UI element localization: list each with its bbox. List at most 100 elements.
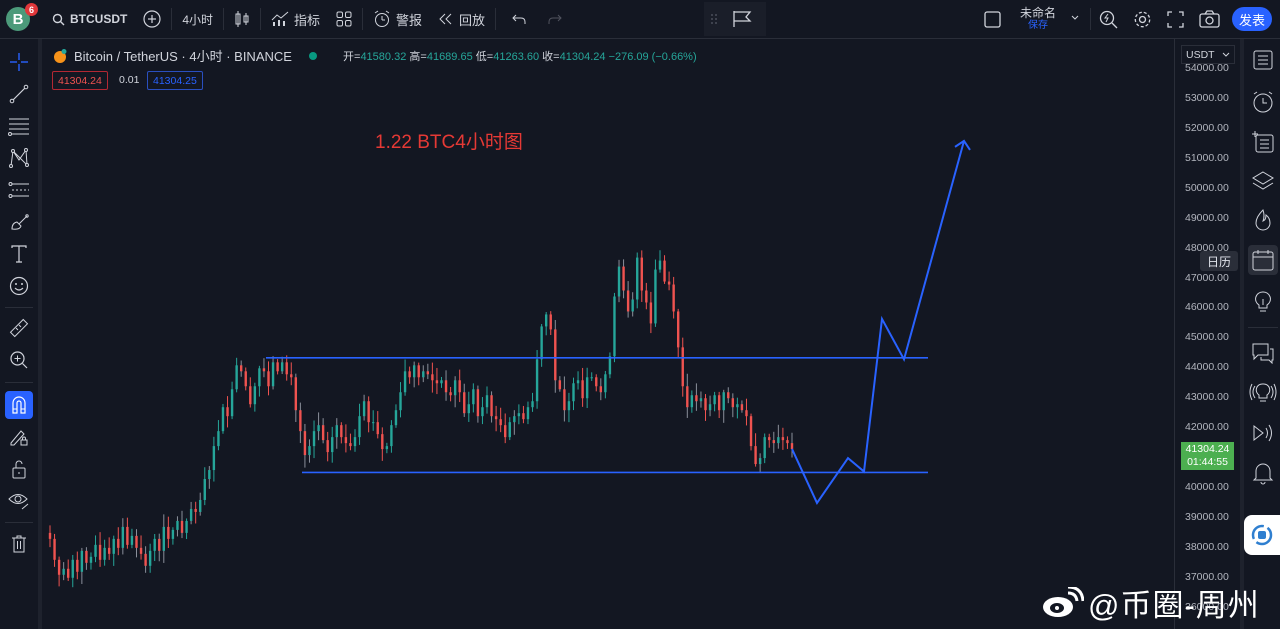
candle-body	[631, 299, 634, 312]
candle-body	[608, 356, 612, 375]
floating-assistant-button[interactable]	[1244, 515, 1280, 555]
object-tree-button[interactable]	[1248, 127, 1278, 157]
projection-path[interactable]	[791, 140, 965, 505]
symbol-search-button[interactable]: BTCUSDT	[44, 0, 135, 38]
candle-body	[676, 311, 680, 348]
settings-gear-icon[interactable]	[1133, 10, 1152, 29]
compare-symbol-button[interactable]	[135, 0, 169, 38]
candle-body	[727, 392, 730, 399]
indicators-icon	[271, 11, 289, 27]
bitcoin-logo-icon	[52, 48, 68, 64]
fullscreen-toggle-icon[interactable]	[984, 11, 1001, 28]
indicators-button[interactable]: 指标	[263, 0, 328, 38]
top-toolbar: B 6 BTCUSDT 4小时 指标 警报 回放 未命名 保存 发表	[0, 0, 1280, 39]
fullscreen-icon[interactable]	[1167, 11, 1184, 28]
candle-body	[89, 556, 93, 563]
replay-button[interactable]: 回放	[430, 0, 493, 38]
candle-body	[167, 526, 170, 539]
close-label: 收=	[542, 51, 560, 63]
broadcast-bulb-icon	[1249, 381, 1277, 405]
zoom-tool[interactable]	[5, 346, 33, 374]
interval-button[interactable]: 4小时	[174, 0, 221, 38]
candle-body	[412, 365, 416, 378]
candle-body	[285, 362, 288, 375]
price-axis[interactable]: 54000.00 53000.00 52000.00 51000.00 50000.00…	[1174, 39, 1237, 629]
text-tool[interactable]	[5, 240, 33, 268]
hide-drawings-tool[interactable]	[5, 487, 33, 515]
save-link[interactable]: 保存	[1018, 20, 1058, 31]
candle-body	[645, 290, 648, 303]
candle-body	[203, 479, 206, 500]
candle-body	[722, 392, 725, 411]
horizontal-lines-tool[interactable]	[5, 112, 33, 140]
candle-body	[317, 425, 320, 432]
legend-title[interactable]: Bitcoin / TetherUS · 4小时 · BINANCE	[74, 46, 292, 65]
divider	[1248, 327, 1278, 328]
redo-button[interactable]	[540, 0, 570, 38]
candle-body	[67, 568, 70, 578]
emoji-tool[interactable]	[5, 272, 33, 300]
candle-body	[71, 559, 74, 578]
candle-body	[390, 425, 393, 447]
divider	[5, 382, 33, 383]
notifications-button[interactable]	[1248, 458, 1278, 488]
candle-body	[267, 371, 270, 387]
alert-button[interactable]: 警报	[365, 0, 430, 38]
measure-tool[interactable]	[5, 314, 33, 342]
pattern-tool[interactable]	[5, 144, 33, 172]
undo-button[interactable]	[498, 0, 540, 38]
hotlist-button[interactable]	[1248, 205, 1278, 235]
chart-type-button[interactable]	[226, 0, 258, 38]
camera-icon[interactable]	[1199, 10, 1220, 28]
candle-body	[107, 547, 111, 554]
layout-name-button[interactable]: 未命名 保存	[1018, 7, 1058, 32]
candle-body	[453, 380, 457, 396]
candle-body	[126, 526, 129, 545]
currency-selector[interactable]: USDT	[1181, 45, 1235, 64]
candle-body	[399, 392, 402, 411]
lock-drawing-tool[interactable]	[5, 423, 33, 451]
candle-body	[604, 374, 607, 393]
price-tick-label: 52000.00	[1185, 121, 1229, 134]
magnet-tool[interactable]	[5, 391, 33, 419]
templates-button[interactable]	[328, 0, 360, 38]
ideas-button[interactable]	[1248, 287, 1278, 317]
price-chart[interactable]	[42, 39, 1174, 629]
watermark-text: @币圈-周州	[1088, 588, 1260, 623]
flag-icon[interactable]	[732, 10, 752, 28]
drag-handle-icon[interactable]	[710, 12, 718, 26]
chats-button[interactable]	[1248, 338, 1278, 368]
candle-body	[736, 404, 739, 408]
chat-bubbles-icon	[1251, 342, 1275, 364]
streams-button[interactable]	[1248, 378, 1278, 408]
trend-line-tool[interactable]	[5, 80, 33, 108]
bid-price: 41304.24	[58, 74, 102, 87]
alerts-button[interactable]	[1248, 87, 1278, 117]
watchlist-button[interactable]	[1248, 45, 1278, 75]
lock-all-tool[interactable]	[5, 455, 33, 483]
quick-search-icon[interactable]	[1099, 10, 1118, 29]
buy-price-button[interactable]: 41304.25	[147, 71, 203, 90]
brush-icon	[9, 212, 29, 232]
layers-button[interactable]	[1248, 166, 1278, 196]
chart-annotation-text[interactable]: 1.22 BTC4小时图	[375, 127, 523, 154]
candle-body	[158, 538, 161, 551]
delete-drawings-tool[interactable]	[5, 530, 33, 558]
calendar-button[interactable]	[1248, 245, 1278, 275]
chart-canvas[interactable]	[42, 39, 1174, 629]
candle-body	[422, 371, 425, 378]
brush-tool[interactable]	[5, 208, 33, 236]
publish-button[interactable]: 发表	[1232, 7, 1272, 31]
crosshair-tool[interactable]	[5, 48, 33, 76]
fib-tool[interactable]	[5, 176, 33, 204]
alarm-plus-icon	[373, 10, 391, 28]
chevron-down-icon[interactable]	[1070, 14, 1080, 22]
divider	[260, 8, 262, 30]
open-label: 开=	[343, 51, 361, 63]
notifications-feed-button[interactable]	[1248, 418, 1278, 448]
candle-body	[622, 266, 625, 291]
avatar-letter: B	[12, 10, 24, 28]
sell-price-button[interactable]: 41304.24	[52, 71, 108, 90]
interval-label: 4小时	[182, 12, 214, 27]
candle-body	[435, 380, 439, 384]
